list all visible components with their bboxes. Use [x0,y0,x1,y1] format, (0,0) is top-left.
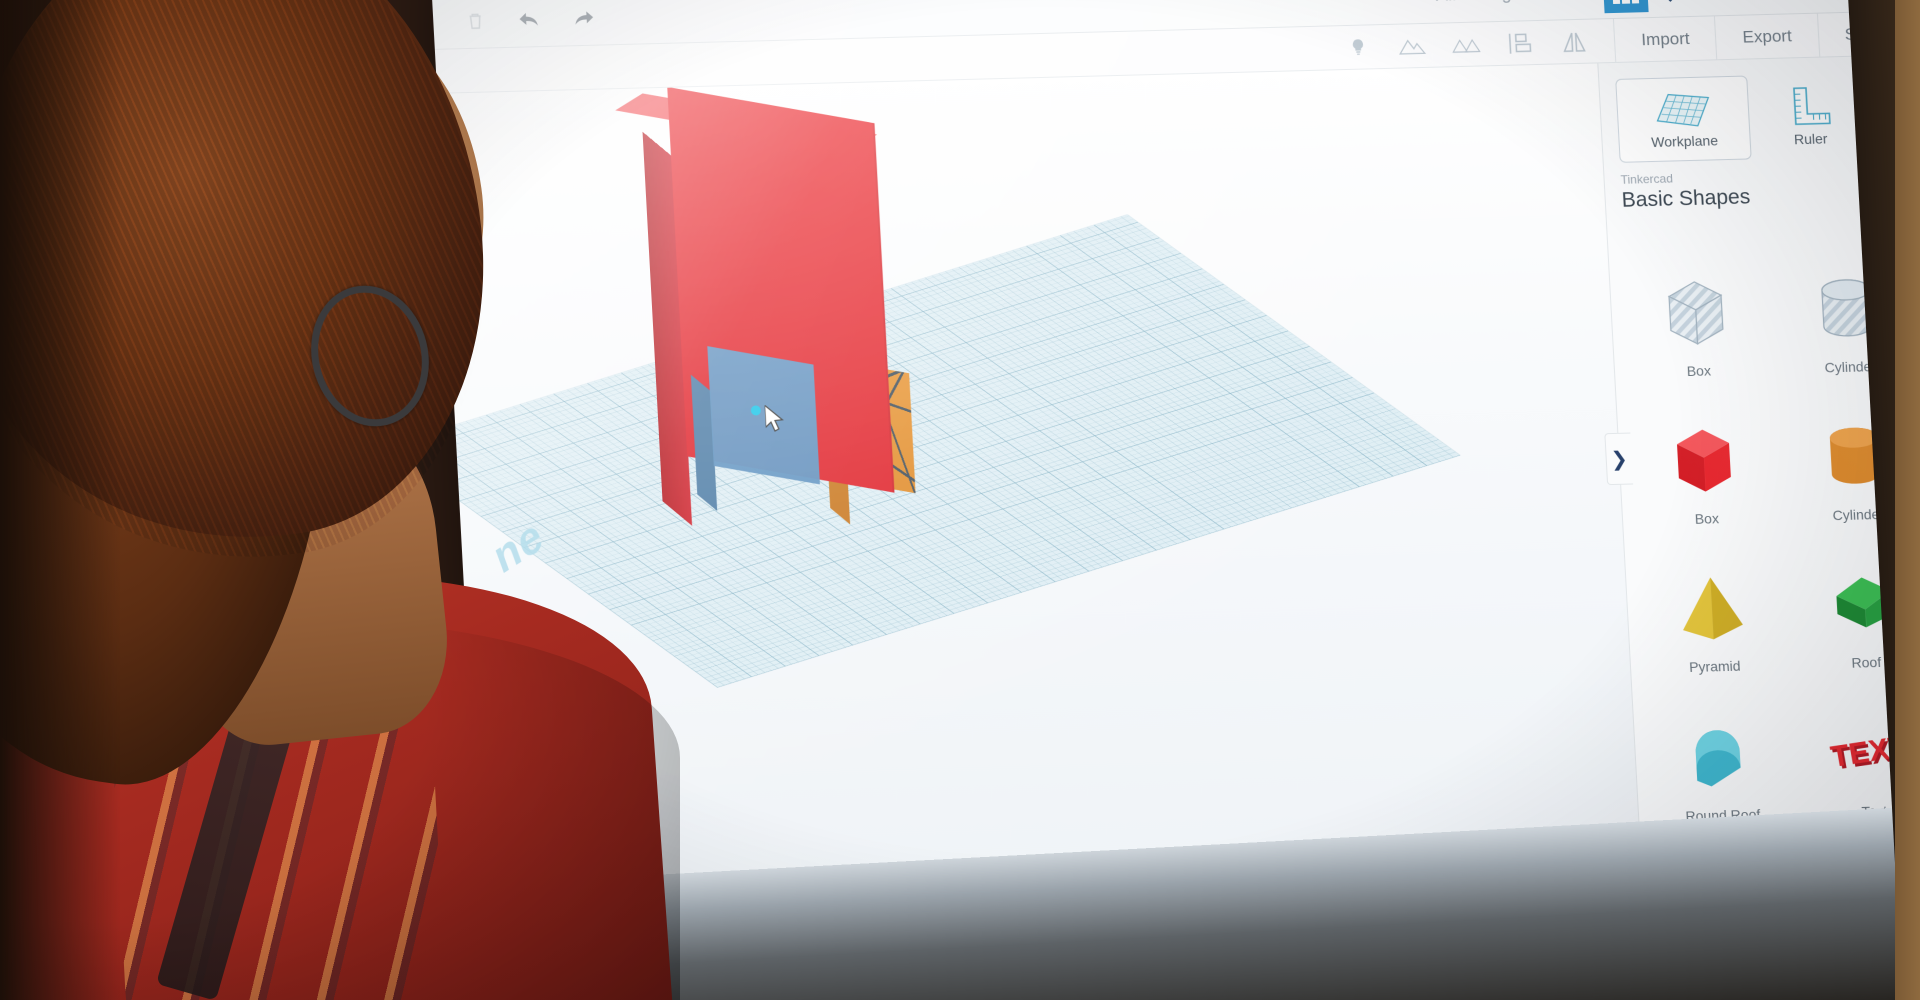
shape-item-hole-box[interactable]: Box [1618,269,1777,405]
room-shadow-left [0,0,120,1000]
shape-label: Pyramid [1688,658,1741,676]
lightbulb-icon[interactable] [1344,33,1374,62]
ruler-label: Ruler [1793,129,1828,147]
ruler-icon [1793,86,1831,125]
workplane-grid-icon [1656,93,1710,126]
panel-category-label: Basic Shapes [1621,185,1751,212]
save-status: All changes saved [1435,0,1586,6]
shape-label: Box [1694,510,1720,528]
export-button[interactable]: Export [1714,13,1819,60]
shape-item-box[interactable]: Box [1626,417,1785,553]
ruler-tool-button[interactable]: Ruler [1761,73,1858,159]
group-icon[interactable] [1398,31,1428,60]
background-wall [1895,0,1920,1000]
pickaxe-icon[interactable] [1662,0,1698,6]
mirror-icon[interactable] [1560,27,1590,56]
ungroup-icon[interactable] [1452,30,1482,59]
workplane-label: Workplane [1650,131,1719,150]
import-button[interactable]: Import [1613,15,1717,63]
shape-item-pyramid[interactable]: Pyramid [1634,565,1793,701]
align-icon[interactable] [1506,29,1536,58]
workplane-tool-button[interactable]: Workplane [1615,75,1752,163]
blocks-grid-icon[interactable] [1602,0,1649,13]
shape-label: Roof [1851,654,1882,672]
shape-label: Box [1686,362,1712,380]
photo-scene: y of Voronoi All cha [0,0,1920,1000]
